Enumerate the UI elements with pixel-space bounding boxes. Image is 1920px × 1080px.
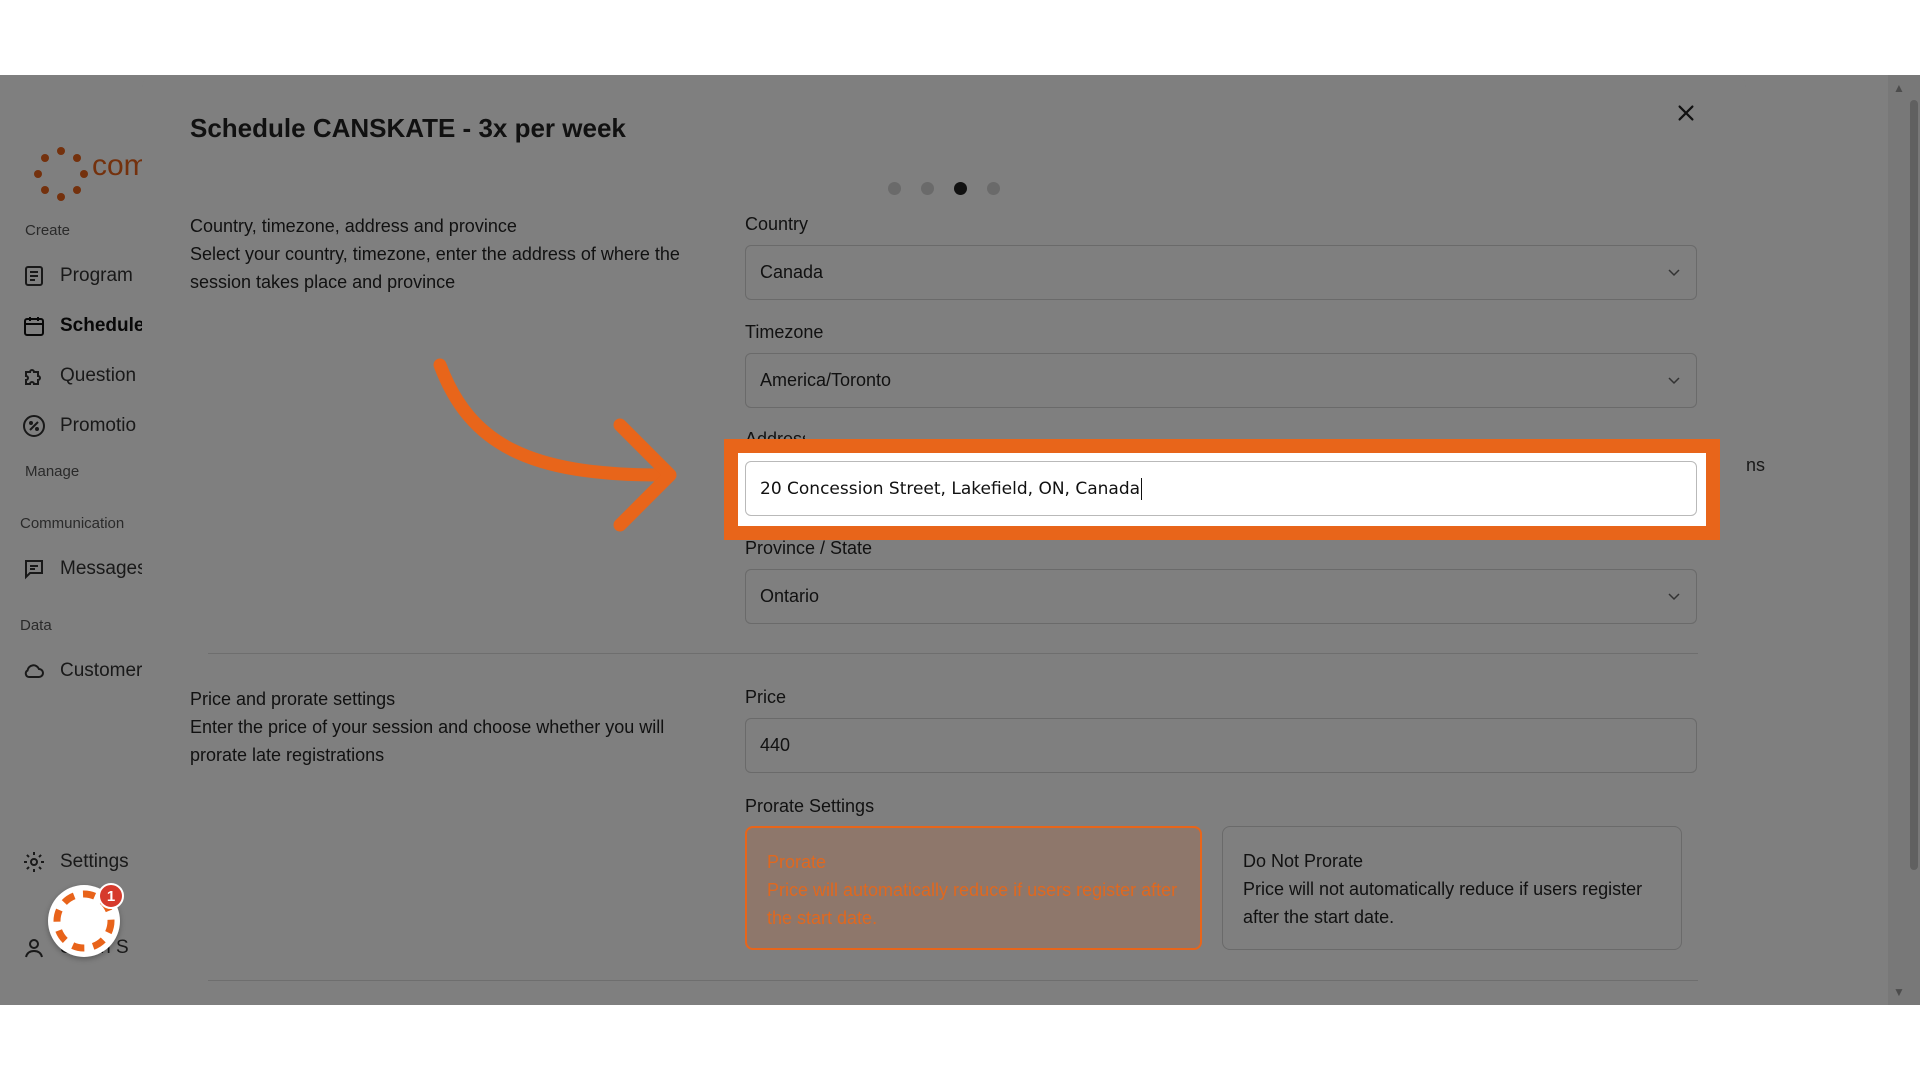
address-value: 20 Concession Street, Lakefield, ON, Can…: [760, 478, 1141, 499]
location-section-description: Country, timezone, address and province …: [190, 212, 690, 296]
screen: com Create Program Schedule Question Pro…: [0, 75, 1920, 1005]
province-label: Province / State: [745, 538, 873, 558]
price-input[interactable]: 440: [745, 718, 1697, 773]
step-dot[interactable]: [921, 182, 934, 195]
province-select[interactable]: Ontario: [745, 569, 1697, 624]
prorate-option-title: Prorate: [767, 852, 827, 872]
address-input[interactable]: 20 Concession Street, Lakefield, ON, Can…: [745, 461, 1697, 516]
close-button[interactable]: [1670, 97, 1702, 129]
annotation-arrow-icon: [433, 358, 677, 532]
chevron-down-icon: [1668, 593, 1680, 601]
step-indicator: [888, 182, 1000, 195]
country-value: Canada: [760, 262, 824, 282]
country-select[interactable]: Canada: [745, 245, 1697, 300]
section-divider: [208, 653, 1698, 654]
location-section-heading: Country, timezone, address and province: [190, 216, 517, 236]
price-value: 440: [760, 735, 791, 755]
section-divider: [208, 980, 1698, 981]
prorate-option-selected[interactable]: Prorate Price will automatically reduce …: [745, 826, 1202, 950]
modal-title: Schedule CANSKATE - 3x per week: [190, 113, 626, 143]
step-dot-active[interactable]: [954, 182, 967, 195]
close-icon: [1678, 105, 1694, 121]
step-dot[interactable]: [987, 182, 1000, 195]
address-label: Address: [745, 429, 805, 439]
chevron-down-icon: [1668, 269, 1680, 277]
text-caret: [1141, 477, 1143, 500]
do-not-prorate-option[interactable]: Do Not Prorate Price will not automatica…: [1222, 826, 1682, 950]
timezone-label: Timezone: [745, 322, 824, 342]
price-label: Price: [745, 687, 787, 707]
price-section-text: Enter the price of your session and choo…: [190, 717, 665, 765]
country-label: Country: [745, 214, 809, 234]
price-section-description: Price and prorate settings Enter the pri…: [190, 685, 690, 769]
prorate-settings-label: Prorate Settings: [745, 796, 875, 816]
prorate-option-description: Price will automatically reduce if users…: [767, 880, 1178, 928]
province-value: Ontario: [760, 586, 820, 606]
chevron-down-icon: [1668, 377, 1680, 385]
timezone-select[interactable]: America/Toronto: [745, 353, 1697, 408]
timezone-value: America/Toronto: [760, 370, 892, 390]
do-not-prorate-title: Do Not Prorate: [1243, 851, 1364, 871]
price-section-heading: Price and prorate settings: [190, 689, 396, 709]
notification-badge: 1: [98, 883, 124, 909]
do-not-prorate-description: Price will not automatically reduce if u…: [1243, 879, 1643, 927]
schedule-modal: Schedule CANSKATE - 3x per week Country,…: [142, 75, 1746, 1005]
step-dot[interactable]: [888, 182, 901, 195]
location-section-text: Select your country, timezone, enter the…: [190, 244, 680, 292]
